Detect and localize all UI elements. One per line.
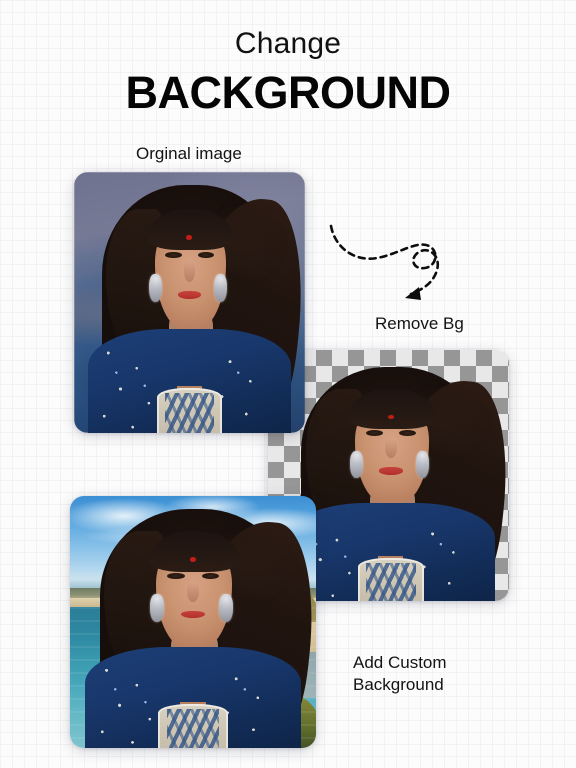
add-custom-background-label: Add Custom Background — [353, 653, 447, 694]
remove-bg-label: Remove Bg — [375, 314, 464, 333]
lips — [379, 466, 403, 475]
bindi-icon — [387, 414, 394, 419]
garment-placket — [357, 558, 425, 601]
portrait-subject-composited — [70, 496, 316, 748]
earring-right — [415, 450, 429, 478]
original-image-card[interactable] — [74, 172, 305, 433]
earring-right — [218, 594, 233, 622]
curved-dashed-arrow — [325, 218, 455, 303]
page-title: BACKGROUND — [125, 67, 452, 118]
garment-placket — [158, 704, 228, 748]
original-image-label: Orginal image — [136, 144, 242, 163]
garment-torso — [84, 647, 302, 748]
earring-left — [149, 273, 162, 303]
garment-placket — [156, 387, 222, 433]
nose — [183, 260, 196, 282]
earring-left — [349, 450, 363, 478]
earring-right — [213, 273, 227, 303]
earring-left — [149, 594, 164, 622]
custom-background-card[interactable] — [70, 496, 316, 748]
arrow-svg — [329, 224, 440, 300]
garment-torso — [87, 328, 292, 433]
arrow-head — [405, 287, 421, 300]
nose — [385, 438, 397, 459]
nose — [186, 581, 200, 602]
custom-photo — [70, 496, 316, 748]
original-photo — [74, 172, 305, 433]
bindi-icon — [189, 556, 196, 562]
lips — [177, 290, 202, 299]
arrow-path — [329, 224, 440, 296]
portrait-subject — [74, 172, 305, 433]
garment-torso — [286, 502, 495, 601]
page-subtitle: Change — [234, 27, 342, 60]
poster-stage: Change BACKGROUND Orginal image Remove B… — [0, 0, 576, 768]
